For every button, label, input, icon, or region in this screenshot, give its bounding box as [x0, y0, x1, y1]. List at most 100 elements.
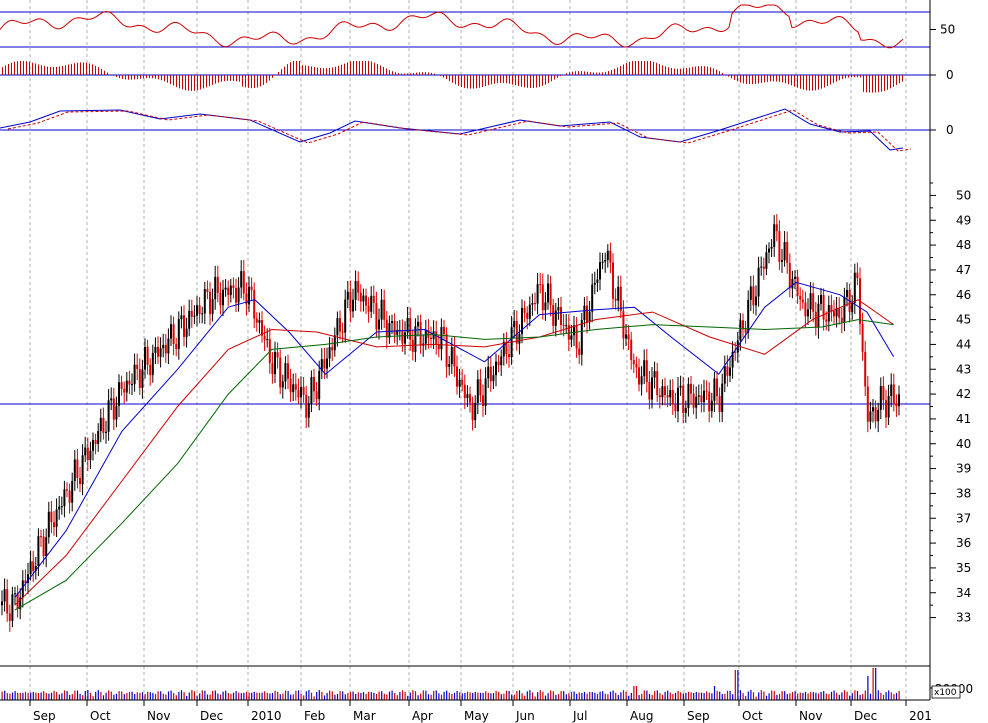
- histogram-bar: [524, 75, 525, 88]
- candle-body: [209, 291, 211, 315]
- volume-bar: [726, 690, 729, 700]
- volume-bar: [851, 693, 853, 700]
- volume-bar: [589, 691, 591, 700]
- candle-body: [757, 267, 760, 297]
- histogram-bar: [218, 75, 219, 83]
- volume-bar: [71, 694, 73, 700]
- volume-bar: [19, 692, 21, 700]
- candle-body: [489, 366, 492, 382]
- candle-body: [66, 489, 68, 491]
- volume-bar: [867, 676, 869, 700]
- candle-body: [175, 344, 178, 349]
- candle-body: [809, 293, 812, 310]
- volume-bar: [258, 692, 261, 700]
- candle-body: [575, 325, 578, 349]
- volume-bar: [115, 693, 118, 700]
- histogram-bar: [236, 75, 237, 82]
- volume-bar: [479, 692, 482, 700]
- volume-bar: [459, 692, 461, 700]
- candle-body: [11, 594, 14, 621]
- candle-body: [666, 395, 669, 398]
- month-label: 201: [909, 709, 932, 723]
- candle-body: [775, 224, 778, 232]
- histogram-bar: [749, 75, 750, 85]
- histogram-bar: [761, 75, 762, 83]
- volume-bar: [290, 694, 292, 700]
- candle-body: [211, 299, 214, 315]
- histogram-bar: [722, 72, 723, 75]
- histogram-bar: [464, 75, 465, 88]
- volume-bar: [48, 693, 50, 700]
- histogram-bar: [5, 65, 6, 75]
- candle-body: [609, 250, 612, 263]
- volume-bar: [768, 693, 770, 700]
- month-label: Oct: [742, 709, 763, 723]
- histogram-bar: [488, 75, 489, 86]
- candle-body: [645, 360, 648, 383]
- volume-bar: [466, 691, 469, 700]
- candle-body: [528, 304, 531, 319]
- month-label: Dec: [200, 709, 223, 723]
- candle-body: [274, 352, 276, 375]
- candle-body: [53, 522, 55, 528]
- candle-body: [469, 394, 471, 403]
- volume-bar: [534, 696, 536, 700]
- volume-bar: [297, 690, 300, 700]
- volume-bar: [843, 690, 846, 700]
- candle-body: [695, 396, 698, 408]
- histogram-bar: [743, 75, 744, 84]
- volume-bar: [121, 691, 123, 700]
- volume-bar: [225, 690, 227, 700]
- histogram-bar: [401, 73, 402, 75]
- candle-body: [250, 286, 253, 291]
- histogram-bar: [851, 75, 852, 78]
- candle-body: [552, 305, 555, 326]
- volume-bar: [820, 691, 822, 700]
- volume-bar: [123, 694, 125, 700]
- histogram-bar: [290, 62, 291, 75]
- candle-body: [118, 382, 120, 406]
- histogram-bar: [185, 75, 186, 91]
- candle-body: [557, 306, 560, 311]
- volume-bar: [303, 695, 305, 700]
- candle-body: [853, 272, 856, 303]
- histogram-bar: [812, 75, 813, 91]
- histogram-bar: [836, 75, 837, 82]
- histogram-bar: [2, 67, 3, 75]
- histogram-bar: [485, 75, 486, 87]
- candle-body: [32, 561, 35, 572]
- histogram-bar: [296, 61, 297, 75]
- candle-body: [604, 259, 607, 262]
- volume-bar: [394, 692, 396, 700]
- histogram-bar: [110, 74, 111, 75]
- candle-body: [778, 231, 781, 262]
- volume-bar: [212, 690, 214, 700]
- histogram-bar: [344, 63, 345, 75]
- volume-bar: [154, 694, 157, 700]
- histogram-bar: [842, 75, 843, 80]
- volume-bar: [724, 693, 726, 700]
- candle-body: [814, 311, 817, 328]
- candle-body: [112, 398, 115, 420]
- candle-body: [196, 305, 198, 316]
- histogram-bar: [200, 75, 201, 90]
- histogram-bar: [362, 61, 363, 75]
- volume-bar: [58, 694, 60, 700]
- candle-body: [183, 315, 185, 337]
- volume-bar: [791, 692, 794, 700]
- volume-bar: [524, 695, 526, 700]
- candle-body: [625, 334, 627, 339]
- histogram-bar: [755, 75, 756, 84]
- volume-bar: [110, 691, 112, 700]
- volume-bar: [409, 692, 411, 700]
- histogram-bar: [320, 67, 321, 75]
- histogram-bar: [8, 64, 9, 75]
- histogram-bar: [14, 61, 15, 75]
- histogram-bar: [77, 62, 78, 75]
- candle-body: [801, 299, 804, 303]
- histogram-bar: [644, 61, 645, 75]
- candle-body: [570, 335, 573, 340]
- histogram-bar: [227, 75, 228, 81]
- histogram-bar: [254, 75, 255, 89]
- volume-bar: [274, 690, 276, 700]
